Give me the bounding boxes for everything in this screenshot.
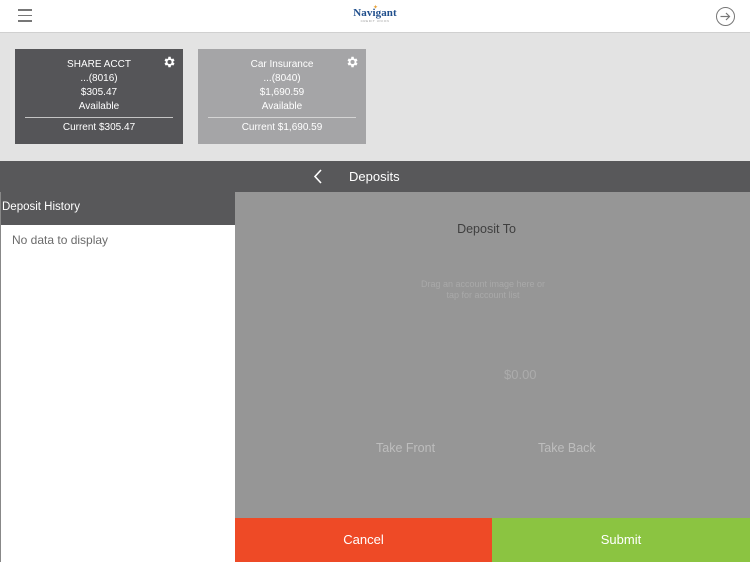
account-name: Car Insurance [250,59,314,70]
top-bar: ✦ Navigant CREDIT UNION [0,0,750,33]
take-back-button[interactable]: Take Back [538,441,596,455]
page-title: Deposits [349,169,400,184]
balance-label: Available [78,101,120,112]
chevron-left-icon[interactable] [312,169,324,184]
deposit-to-label[interactable]: Deposit To [235,222,738,236]
cancel-button[interactable]: Cancel [235,518,492,562]
account-card-share-acct[interactable]: SHARE ACCT ...(8016) $305.47 Available C… [15,49,183,144]
account-balance: $305.47 [80,87,118,98]
gear-icon[interactable] [162,55,176,69]
accounts-strip: SHARE ACCT ...(8016) $305.47 Available C… [0,33,750,161]
drag-hint-line2: tap for account list [446,290,520,300]
account-number: ...(8016) [80,73,118,84]
account-card-car-insurance[interactable]: Car Insurance ...(8040) $1,690.59 Availa… [198,49,366,144]
drag-account-hint[interactable]: Drag an account image here or tap for ac… [235,279,731,301]
submit-button[interactable]: Submit [492,518,750,562]
take-front-button[interactable]: Take Front [376,441,435,455]
balance-label: Available [261,101,303,112]
hamburger-menu-icon[interactable] [18,9,32,22]
deposit-history-title: Deposit History [1,192,235,225]
account-name: SHARE ACCT [67,59,131,70]
deposit-form: Deposit To Drag an account image here or… [235,192,750,518]
logout-icon[interactable] [716,7,735,26]
current-balance: Current $1,690.59 [241,122,323,133]
logo-star-icon: ✦ [373,5,379,11]
amount-input[interactable]: $0.00 [504,367,537,382]
logo-subtext: CREDIT UNION [360,19,390,23]
current-balance: Current $305.47 [62,122,136,133]
navigant-logo: ✦ Navigant CREDIT UNION [347,5,403,27]
account-balance: $1,690.59 [259,87,305,98]
empty-state-text: No data to display [12,233,109,247]
deposit-history-panel: Deposit History No data to display [0,192,235,562]
card-divider [25,117,173,118]
account-number: ...(8040) [263,73,301,84]
gear-icon[interactable] [345,55,359,69]
drag-hint-line1: Drag an account image here or [420,279,546,289]
deposits-header: Deposits [0,161,750,192]
card-divider [208,117,356,118]
